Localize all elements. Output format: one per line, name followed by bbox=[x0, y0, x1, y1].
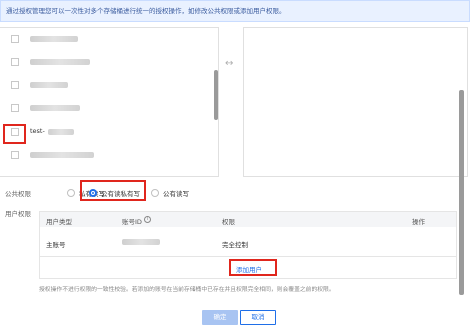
cell-permission: 完全控制 bbox=[222, 241, 248, 249]
redacted-text bbox=[30, 59, 90, 65]
info-icon[interactable]: i bbox=[144, 216, 151, 223]
bucket-target-list bbox=[243, 27, 468, 177]
list-item[interactable] bbox=[0, 144, 210, 167]
bucket-source-list: test- bbox=[0, 27, 219, 177]
radio-public-readwrite-label[interactable]: 公有读写 bbox=[163, 188, 189, 198]
cancel-button[interactable]: 取消 bbox=[240, 310, 276, 325]
highlight-add-user bbox=[229, 259, 277, 276]
redacted-account-id bbox=[122, 239, 160, 245]
highlight-radio bbox=[80, 180, 146, 201]
transfer-arrow-icon: ↔ bbox=[225, 58, 234, 69]
col-account-id: 账号ID bbox=[122, 218, 142, 226]
table-header: 用户类型 账号ID i 权限 操作 bbox=[40, 212, 456, 227]
confirm-button[interactable]: 确定 bbox=[202, 310, 238, 325]
col-action: 操作 bbox=[412, 218, 425, 226]
info-notice: 通过授权管理您可以一次性对多个存储桶进行统一的授权操作，如修改公共权限或添加用户… bbox=[0, 0, 470, 22]
redacted-text bbox=[30, 152, 94, 158]
left-scrollbar[interactable] bbox=[214, 70, 218, 120]
col-permission: 权限 bbox=[222, 218, 235, 226]
redacted-text bbox=[30, 105, 80, 111]
list-item[interactable]: test- bbox=[0, 121, 210, 144]
checkbox[interactable] bbox=[11, 35, 19, 43]
list-item[interactable] bbox=[0, 74, 210, 97]
redacted-text bbox=[30, 36, 78, 42]
radio-public-readwrite[interactable] bbox=[151, 189, 159, 197]
footnote: 授权操作不进行权限的一致性校验。若添加的账号在当前存储桶中已存在并且权限完全相同… bbox=[39, 287, 335, 293]
checkbox[interactable] bbox=[11, 81, 19, 89]
checkbox[interactable] bbox=[11, 58, 19, 66]
public-permission-label: 公共权限 bbox=[5, 190, 31, 198]
checkbox[interactable] bbox=[11, 151, 19, 159]
list-item[interactable] bbox=[0, 97, 210, 120]
page-scrollbar[interactable] bbox=[459, 90, 464, 295]
radio-private[interactable] bbox=[67, 189, 75, 197]
highlight-checkbox bbox=[3, 124, 26, 144]
redacted-text bbox=[30, 82, 68, 88]
col-user-type: 用户类型 bbox=[46, 218, 72, 226]
user-permission-label: 用户权限 bbox=[5, 210, 31, 218]
bucket-name: test- bbox=[30, 127, 45, 135]
redacted-text bbox=[48, 129, 74, 135]
checkbox[interactable] bbox=[11, 104, 19, 112]
cell-user-type: 主账号 bbox=[46, 241, 66, 249]
list-item[interactable] bbox=[0, 51, 210, 74]
list-item[interactable] bbox=[0, 28, 210, 51]
